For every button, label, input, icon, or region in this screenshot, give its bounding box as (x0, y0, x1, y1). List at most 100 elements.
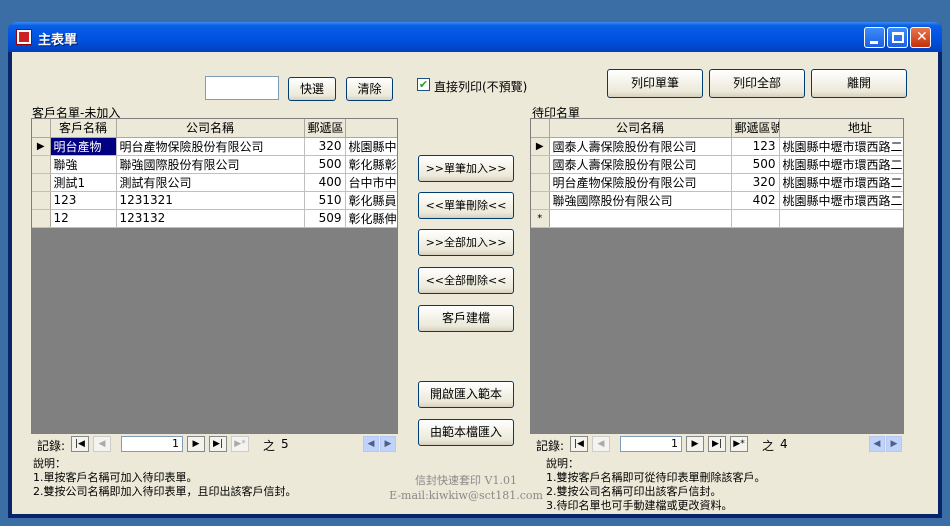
zip-cell[interactable]: 402 (731, 191, 780, 210)
customer-name-cell[interactable]: 12 (50, 209, 117, 228)
prev-record-icon[interactable]: ◀ (93, 436, 111, 452)
zip-cell[interactable]: 320 (304, 137, 346, 156)
column-header[interactable]: 郵遞區 (304, 119, 346, 138)
maximize-button[interactable] (887, 27, 908, 48)
new-company-cell[interactable] (549, 209, 732, 228)
company-name-cell[interactable]: 明台產物保險股份有限公司 (549, 173, 732, 192)
scroll-right-icon[interactable]: ▶ (886, 436, 902, 452)
address-cell[interactable]: 桃園縣中 (345, 137, 397, 156)
remove-one-button[interactable]: <<單筆刪除<< (418, 192, 514, 219)
table-row[interactable]: 聯強 聯強國際股份有限公司 500 彰化縣彰 (32, 155, 397, 174)
print-queue-grid[interactable]: 公司名稱 郵遞區號 地址 ▶ 國泰人壽保險股份有限公司 123 桃園縣中壢市環西… (530, 118, 904, 434)
address-cell[interactable]: 桃園縣中壢市環西路二 (779, 137, 903, 156)
address-cell[interactable]: 彰化縣伸 (345, 209, 397, 228)
window-title: 主表單 (38, 33, 78, 48)
column-header[interactable] (345, 119, 397, 138)
company-name-cell[interactable]: 國泰人壽保險股份有限公司 (549, 137, 732, 156)
zip-cell[interactable]: 400 (304, 173, 346, 192)
record-number-input[interactable]: 1 (620, 436, 682, 452)
row-selector[interactable] (32, 191, 51, 210)
address-cell[interactable]: 彰化縣員 (345, 191, 397, 210)
table-row[interactable]: ▶ 明台產物 明台產物保險股份有限公司 320 桃園縣中 (32, 137, 397, 156)
row-selector-header (531, 119, 550, 138)
customer-name-cell[interactable]: 測試1 (50, 173, 117, 192)
quick-select-button[interactable]: 快選 (288, 77, 336, 101)
row-selector[interactable] (531, 173, 550, 192)
new-record-icon[interactable]: ▶* (231, 436, 249, 452)
row-selector[interactable] (531, 191, 550, 210)
print-single-button[interactable]: 列印單筆 (607, 69, 703, 98)
customer-name-cell[interactable]: 明台產物 (50, 137, 117, 156)
table-row[interactable]: ▶ 國泰人壽保險股份有限公司 123 桃園縣中壢市環西路二 (531, 137, 903, 156)
open-template-button[interactable]: 開啟匯入範本 (418, 381, 514, 408)
clear-button[interactable]: 清除 (346, 77, 393, 101)
company-name-cell[interactable]: 測試有限公司 (116, 173, 305, 192)
record-number-input[interactable]: 1 (121, 436, 183, 452)
new-record-row[interactable]: * (531, 209, 903, 228)
company-name-cell[interactable]: 123132 (116, 209, 305, 228)
next-record-icon[interactable]: ▶ (187, 436, 205, 452)
scroll-left-icon[interactable]: ◀ (363, 436, 379, 452)
column-header[interactable]: 客戶名稱 (50, 119, 117, 138)
table-row[interactable]: 12 123132 509 彰化縣伸 (32, 209, 397, 228)
column-header[interactable]: 郵遞區號 (731, 119, 780, 138)
table-row[interactable]: 明台產物保險股份有限公司 320 桃園縣中壢市環西路二 (531, 173, 903, 192)
company-name-cell[interactable]: 國泰人壽保險股份有限公司 (549, 155, 732, 174)
company-name-cell[interactable]: 聯強國際股份有限公司 (116, 155, 305, 174)
next-record-icon[interactable]: ▶ (686, 436, 704, 452)
row-selector[interactable] (32, 209, 51, 228)
record-label: 記錄: (37, 439, 66, 453)
address-cell[interactable]: 桃園縣中壢市環西路二 (779, 155, 903, 174)
zip-cell[interactable]: 320 (731, 173, 780, 192)
first-record-icon[interactable]: |◀ (570, 436, 588, 452)
title-bar[interactable]: 主表單 ✕ (8, 22, 942, 52)
prev-record-icon[interactable]: ◀ (592, 436, 610, 452)
column-header[interactable]: 公司名稱 (116, 119, 305, 138)
table-row[interactable]: 測試1 測試有限公司 400 台中市中 (32, 173, 397, 192)
table-row[interactable]: 123 1231321 510 彰化縣員 (32, 191, 397, 210)
new-zip-cell[interactable] (731, 209, 780, 228)
exit-button[interactable]: 離開 (811, 69, 907, 98)
column-header[interactable]: 地址 (779, 119, 903, 138)
close-button[interactable]: ✕ (910, 27, 931, 48)
first-record-icon[interactable]: |◀ (71, 436, 89, 452)
address-cell[interactable]: 桃園縣中壢市環西路二 (779, 191, 903, 210)
row-selector[interactable] (531, 155, 550, 174)
zip-cell[interactable]: 123 (731, 137, 780, 156)
table-row[interactable]: 國泰人壽保險股份有限公司 500 桃園縣中壢市環西路二 (531, 155, 903, 174)
address-cell[interactable]: 彰化縣彰 (345, 155, 397, 174)
add-all-button[interactable]: >>全部加入>> (418, 229, 514, 256)
new-address-cell[interactable] (779, 209, 903, 228)
table-row[interactable]: 聯強國際股份有限公司 402 桃園縣中壢市環西路二 (531, 191, 903, 210)
column-header[interactable]: 公司名稱 (549, 119, 732, 138)
zip-cell[interactable]: 509 (304, 209, 346, 228)
add-one-button[interactable]: >>單筆加入>> (418, 155, 514, 182)
row-selector[interactable] (32, 173, 51, 192)
customer-name-cell[interactable]: 聯強 (50, 155, 117, 174)
company-name-cell[interactable]: 聯強國際股份有限公司 (549, 191, 732, 210)
new-record-icon[interactable]: ▶* (730, 436, 748, 452)
minimize-button[interactable] (864, 27, 885, 48)
row-selector[interactable] (32, 155, 51, 174)
remove-all-button[interactable]: <<全部刪除<< (418, 267, 514, 294)
address-cell[interactable]: 台中市中 (345, 173, 397, 192)
last-record-icon[interactable]: ▶| (209, 436, 227, 452)
company-name-cell[interactable]: 明台產物保險股份有限公司 (116, 137, 305, 156)
record-label: 記錄: (536, 439, 565, 453)
last-record-icon[interactable]: ▶| (708, 436, 726, 452)
zip-cell[interactable]: 500 (731, 155, 780, 174)
zip-cell[interactable]: 500 (304, 155, 346, 174)
customer-name-cell[interactable]: 123 (50, 191, 117, 210)
address-cell[interactable]: 桃園縣中壢市環西路二 (779, 173, 903, 192)
scroll-left-icon[interactable]: ◀ (869, 436, 885, 452)
direct-print-checkbox[interactable]: ✔ (417, 78, 430, 91)
search-input[interactable] (205, 76, 279, 100)
customer-grid[interactable]: 客戶名稱 公司名稱 郵遞區 ▶ 明台產物 明台產物保險股份有限公司 320 桃園… (31, 118, 398, 434)
import-template-button[interactable]: 由範本檔匯入 (418, 419, 514, 446)
direct-print-label: 直接列印(不預覽) (434, 80, 528, 94)
create-customer-button[interactable]: 客戶建檔 (418, 305, 514, 332)
print-all-button[interactable]: 列印全部 (709, 69, 805, 98)
zip-cell[interactable]: 510 (304, 191, 346, 210)
scroll-right-icon[interactable]: ▶ (380, 436, 396, 452)
company-name-cell[interactable]: 1231321 (116, 191, 305, 210)
